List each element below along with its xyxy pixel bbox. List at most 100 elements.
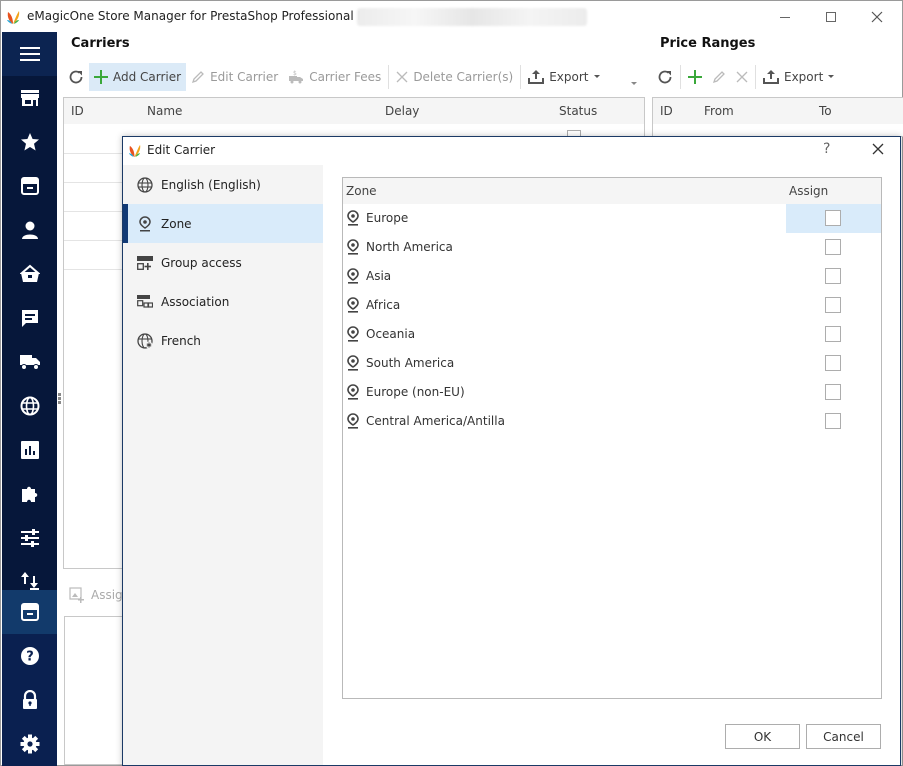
title-bar: eMagicOne Store Manager for PrestaShop P…: [1, 1, 902, 32]
carrier-fees-button[interactable]: $ Carrier Fees: [283, 63, 386, 91]
assign-checkbox[interactable]: [825, 239, 841, 255]
column-name[interactable]: Name: [147, 104, 182, 118]
sidebar-item-preferences[interactable]: [2, 722, 57, 766]
assign-checkbox[interactable]: [825, 355, 841, 371]
zone-row[interactable]: Oceania: [343, 320, 881, 349]
app-window: eMagicOne Store Manager for PrestaShop P…: [0, 0, 903, 766]
sidebar-item-messages[interactable]: [2, 296, 57, 340]
sidebar-item-archive[interactable]: [2, 590, 57, 634]
assign-cell[interactable]: [786, 378, 881, 407]
column-from[interactable]: From: [704, 104, 734, 118]
assign-checkbox[interactable]: [825, 326, 841, 342]
sidebar-item-localization[interactable]: [2, 384, 57, 428]
cancel-button[interactable]: Cancel: [806, 724, 881, 749]
ok-button[interactable]: OK: [725, 724, 800, 749]
dialog-help-button[interactable]: ?: [823, 141, 830, 157]
zone-row[interactable]: South America: [343, 349, 881, 378]
maximize-button[interactable]: [808, 1, 854, 32]
sidebar-item-reports[interactable]: [2, 428, 57, 472]
splitter-handle[interactable]: [58, 393, 62, 405]
zone-row[interactable]: North America: [343, 233, 881, 262]
price-ranges-toolbar: Export: [652, 63, 839, 91]
price-refresh-button[interactable]: [652, 63, 678, 91]
toolbar-overflow-button[interactable]: [631, 75, 637, 89]
export-button[interactable]: Export: [523, 63, 604, 91]
zone-name: Europe: [366, 211, 409, 225]
sidebar-item-orders[interactable]: [2, 252, 57, 296]
price-ranges-grid: ID From To: [652, 97, 903, 137]
delete-icon: [736, 71, 748, 83]
sidebar-item-customers[interactable]: [2, 208, 57, 252]
price-edit-button[interactable]: [707, 63, 731, 91]
column-delay[interactable]: Delay: [385, 104, 419, 118]
assign-checkbox[interactable]: [825, 210, 841, 226]
zone-row[interactable]: Europe (non-EU): [343, 378, 881, 407]
column-id[interactable]: ID: [660, 104, 673, 118]
zone-name: South America: [366, 356, 455, 370]
sidebar-item-store[interactable]: [2, 76, 57, 120]
delete-carrier-button[interactable]: Delete Carrier(s): [391, 63, 518, 91]
assign-cell[interactable]: [786, 204, 881, 233]
app-logo-icon: [128, 144, 141, 157]
sidebar-item-security[interactable]: [2, 678, 57, 722]
price-export-button[interactable]: Export: [758, 63, 839, 91]
sidebar-item-favorites[interactable]: [2, 120, 57, 164]
price-add-button[interactable]: [683, 63, 707, 91]
zone-grid: Zone Assign Europe North America Asia Afric…: [342, 177, 882, 699]
assign-checkbox[interactable]: [825, 268, 841, 284]
zone-row[interactable]: Africa: [343, 291, 881, 320]
assign-cell[interactable]: [786, 407, 881, 436]
sidebar-item-help[interactable]: ?: [2, 634, 57, 678]
export-label: Export: [549, 70, 589, 84]
toolbar-separator: [755, 65, 756, 89]
assign-checkbox[interactable]: [825, 297, 841, 313]
archive-icon: [20, 603, 39, 621]
nav-item-english[interactable]: English (English): [123, 165, 323, 204]
column-zone[interactable]: Zone: [346, 184, 377, 198]
refresh-button[interactable]: [63, 63, 89, 91]
zone-row[interactable]: Central America/Antilla: [343, 407, 881, 436]
sidebar: ?: [2, 32, 57, 766]
nav-item-label: French: [161, 333, 201, 348]
assign-cell[interactable]: [786, 349, 881, 378]
assign-cell[interactable]: [786, 233, 881, 262]
close-window-button[interactable]: [854, 1, 900, 32]
sidebar-menu-toggle[interactable]: [2, 32, 57, 76]
maximize-icon: [826, 11, 836, 22]
assign-cell[interactable]: [786, 291, 881, 320]
nav-item-french[interactable]: French: [123, 321, 323, 360]
zone-row[interactable]: Asia: [343, 262, 881, 291]
nav-item-association[interactable]: Association: [123, 282, 323, 321]
sliders-icon: [20, 529, 39, 547]
sidebar-item-shipping[interactable]: [2, 340, 57, 384]
nav-item-zone[interactable]: Zone: [123, 204, 323, 243]
zone-row[interactable]: Europe: [343, 204, 881, 233]
assign-checkbox[interactable]: [825, 413, 841, 429]
assign-image-icon: [69, 587, 84, 603]
column-to[interactable]: To: [819, 104, 832, 118]
sidebar-item-settings[interactable]: [2, 516, 57, 560]
sidebar-item-catalog[interactable]: [2, 164, 57, 208]
edit-carrier-button[interactable]: Edit Carrier: [186, 63, 283, 91]
map-pin-icon: [139, 215, 151, 231]
column-assign[interactable]: Assign: [789, 184, 828, 198]
edit-carrier-label: Edit Carrier: [210, 70, 279, 84]
hamburger-menu-icon: [19, 47, 40, 61]
column-id[interactable]: ID: [71, 104, 84, 118]
assign-cell[interactable]: [786, 320, 881, 349]
assign-cell[interactable]: [786, 262, 881, 291]
nav-item-group-access[interactable]: Group access: [123, 243, 323, 282]
price-delete-button[interactable]: [731, 63, 753, 91]
add-carrier-button[interactable]: Add Carrier: [89, 63, 187, 91]
toolbar-separator: [520, 65, 522, 89]
column-status[interactable]: Status: [559, 104, 597, 118]
map-pin-icon: [347, 326, 359, 342]
inbox-icon: [20, 177, 39, 195]
zone-name: Asia: [366, 269, 392, 283]
star-icon: [20, 133, 39, 151]
minimize-button[interactable]: [762, 1, 808, 32]
assign-checkbox[interactable]: [825, 384, 841, 400]
dialog-close-button[interactable]: [871, 142, 885, 156]
sidebar-item-addons[interactable]: [2, 472, 57, 516]
carriers-grid-header: ID Name Delay Status: [64, 98, 644, 124]
